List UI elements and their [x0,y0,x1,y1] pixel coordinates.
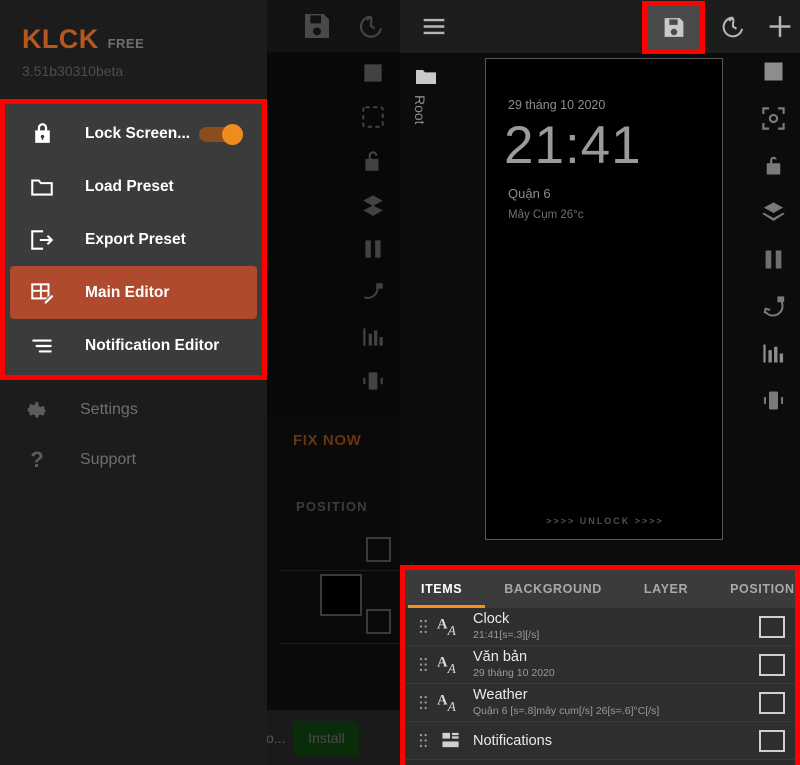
preview-weather: Mây Cụm 26°c [508,209,584,221]
menu-item-support[interactable]: ? Support [0,435,267,485]
background-ad-banner: o... Install [262,710,400,765]
background-fix-now-label: FIX NOW [293,432,362,449]
save-button-highlight-box [642,1,705,54]
ad-text: o... [266,729,286,746]
app-version: 3.51b30310beta [22,63,124,79]
menu-item-label: Settings [80,401,138,418]
app-screenshot: FIX NOW POSITION o... Install KLCK FREE … [0,0,800,765]
navigation-drawer: KLCK FREE 3.51b30310beta Lock Screen... … [0,0,267,765]
install-button[interactable]: Install [293,720,360,755]
editor-tool-rail [748,58,798,414]
preview-time: 21:41 [504,116,642,175]
pause-icon[interactable] [760,246,787,273]
unlock-icon[interactable] [760,152,787,179]
app-edition-badge: FREE [107,36,145,51]
rotate-lock-icon[interactable] [760,293,787,320]
square-icon [360,60,386,86]
folder-icon [412,65,440,89]
rotate-lock-icon [360,280,386,306]
drawer-header: KLCK FREE 3.51b30310beta [0,0,267,100]
menu-icon[interactable] [418,11,450,42]
chart-icon[interactable] [760,340,787,367]
menu-highlight-box [0,99,267,380]
gear-icon [20,399,54,422]
unlock-icon [360,148,386,174]
drawer-lower-menu: Settings ? Support [0,385,267,485]
editor-toolbar [400,0,800,53]
history-icon[interactable] [717,11,749,42]
square-icon[interactable] [760,58,787,85]
question-icon: ? [30,447,44,472]
background-checkbox-2 [366,609,391,634]
focus-icon [360,104,386,130]
preview-location: Quận 6 [508,186,551,201]
preview-date: 29 tháng 10 2020 [508,98,606,112]
tree-root-label[interactable]: Root [412,95,428,125]
background-color-swatch [320,574,362,616]
editor-tree-pane: Root [400,53,462,565]
plus-icon[interactable] [764,11,796,42]
background-save-icon [300,10,334,42]
preview-unlock-hint: >>>> UNLOCK >>>> [546,516,664,526]
background-history-icon [355,10,387,42]
layers-icon[interactable] [760,199,787,226]
chart-icon [360,324,386,350]
background-rail [350,60,396,394]
app-brand: KLCK [22,24,99,54]
background-position-label: POSITION [296,499,368,514]
lockscreen-preview[interactable]: 29 tháng 10 2020 21:41 Quận 6 Mây Cụm 26… [485,58,723,540]
background-checkbox-1 [366,537,391,562]
items-panel-highlight-box [400,565,800,765]
pause-icon [360,236,386,262]
vibrate-icon[interactable] [760,387,787,414]
layers-icon [360,192,386,218]
focus-icon[interactable] [760,105,787,132]
menu-item-label: Support [80,451,137,468]
vibrate-icon [360,368,386,394]
menu-item-settings[interactable]: Settings [0,385,267,435]
